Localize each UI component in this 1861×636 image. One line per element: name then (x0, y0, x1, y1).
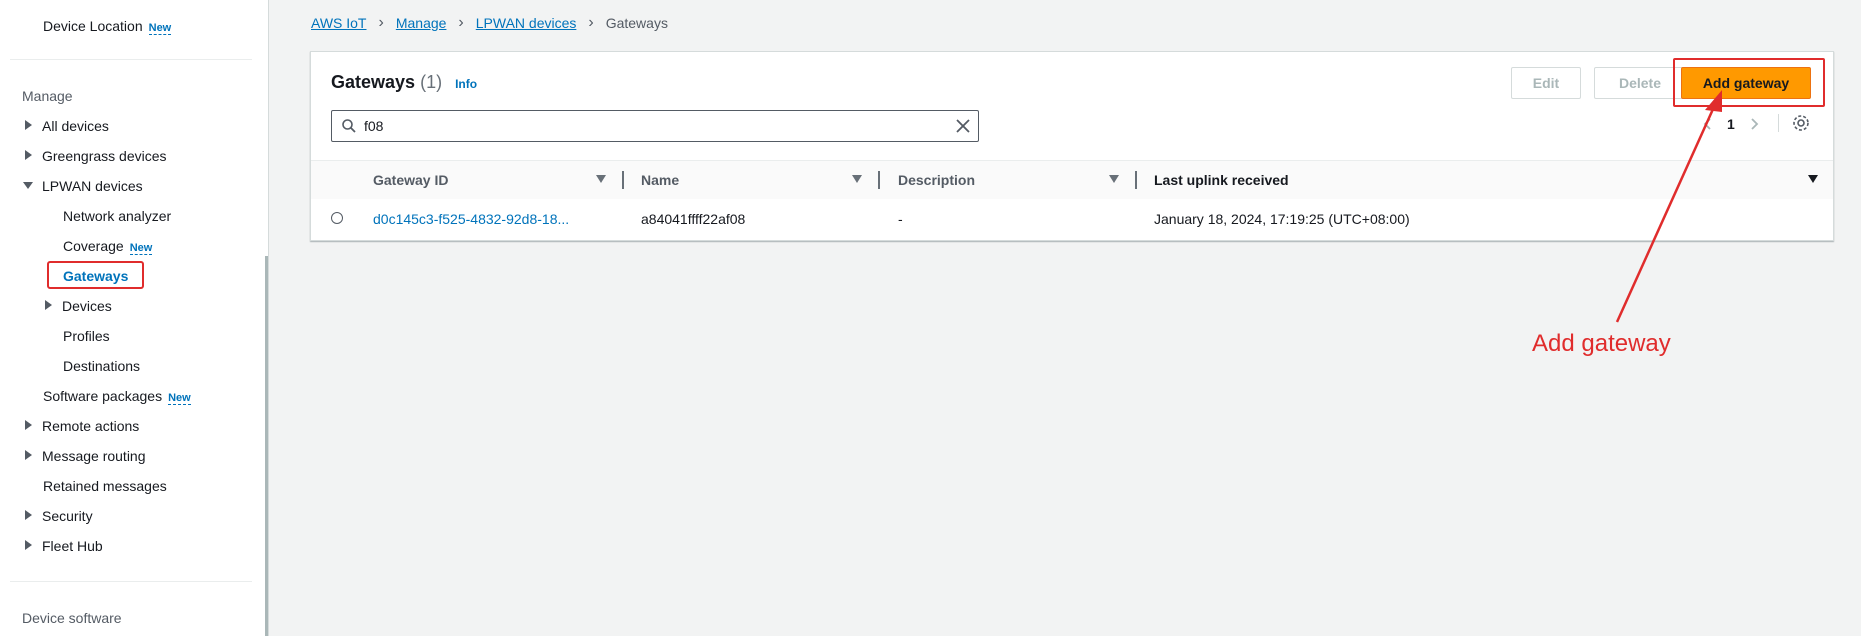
table-header: Gateway ID Name Description Last uplink … (311, 160, 1833, 200)
divider (1778, 114, 1779, 132)
sidebar-item-all-devices[interactable]: All devices (42, 118, 109, 134)
column-resizer[interactable] (1135, 171, 1137, 189)
column-header-description[interactable]: Description (898, 172, 975, 188)
info-link[interactable]: Info (455, 77, 477, 91)
panel-title: Gateways (1) Info (331, 72, 477, 93)
sidebar-item-security[interactable]: Security (42, 508, 93, 524)
table-row[interactable]: d0c145c3-f525-4832-92d8-18... a84041ffff… (311, 199, 1833, 239)
sidebar-item-software-packages[interactable]: Software packages New (43, 388, 191, 405)
sort-desc-icon[interactable] (1808, 175, 1818, 183)
section-heading-device-software: Device software (22, 610, 122, 626)
sidebar-item-destinations[interactable]: Destinations (63, 358, 140, 374)
sidebar-item-profiles[interactable]: Profiles (63, 328, 110, 344)
gateway-id-link[interactable]: d0c145c3-f525-4832-92d8-18... (373, 211, 569, 227)
sidebar: Device Location New Manage All devices Gr… (0, 0, 269, 636)
gateways-table-panel: Gateways (1) Info Edit Delete Add gatewa… (310, 51, 1834, 241)
sidebar-item-label: Device Location (43, 18, 143, 34)
sort-icon[interactable] (596, 175, 606, 183)
column-resizer[interactable] (878, 171, 880, 189)
item-count: (1) (420, 72, 443, 92)
page-title: Gateways (331, 72, 416, 92)
sidebar-item-remote-actions[interactable]: Remote actions (42, 418, 139, 434)
close-icon[interactable] (956, 119, 970, 133)
chevron-right-icon: › (378, 14, 384, 31)
column-header-gateway-id[interactable]: Gateway ID (373, 172, 448, 188)
divider (10, 581, 252, 582)
search-input[interactable]: f08 (331, 110, 979, 142)
caret-right-icon[interactable] (25, 150, 32, 160)
sidebar-item-message-routing[interactable]: Message routing (42, 448, 146, 464)
sidebar-item-fleet-hub[interactable]: Fleet Hub (42, 538, 103, 554)
column-header-last-uplink[interactable]: Last uplink received (1154, 172, 1289, 188)
sidebar-item-label: Software packages (43, 388, 163, 404)
caret-right-icon[interactable] (25, 450, 32, 460)
caret-right-icon[interactable] (25, 510, 32, 520)
chevron-right-icon[interactable] (1747, 117, 1761, 131)
edit-button[interactable]: Edit (1511, 67, 1581, 99)
sidebar-item-greengrass-devices[interactable]: Greengrass devices (42, 148, 167, 164)
sort-icon[interactable] (1109, 175, 1119, 183)
sidebar-item-retained-messages[interactable]: Retained messages (43, 478, 167, 494)
caret-right-icon[interactable] (25, 120, 32, 130)
sort-icon[interactable] (852, 175, 862, 183)
caret-right-icon[interactable] (25, 420, 32, 430)
chevron-left-icon[interactable] (1701, 117, 1715, 131)
divider (10, 59, 252, 60)
breadcrumb-link-lpwan-devices[interactable]: LPWAN devices (476, 15, 577, 31)
search-value: f08 (364, 118, 384, 134)
new-badge: New (168, 392, 191, 405)
sidebar-scrollbar[interactable] (265, 256, 268, 636)
caret-down-icon[interactable] (23, 182, 33, 189)
sidebar-item-network-analyzer[interactable]: Network analyzer (63, 208, 171, 224)
breadcrumb-current: Gateways (605, 15, 668, 31)
new-badge: New (129, 242, 153, 255)
chevron-right-icon: › (458, 14, 464, 31)
column-header-name[interactable]: Name (641, 172, 679, 188)
annotation-highlight-box (1673, 58, 1825, 107)
sidebar-item-lpwan-devices[interactable]: LPWAN devices (42, 178, 143, 194)
breadcrumb-link-aws-iot[interactable]: AWS IoT (311, 15, 367, 31)
highlight-box-gateways (47, 261, 144, 289)
sidebar-item-label: Coverage (63, 238, 124, 254)
row-select-radio[interactable] (331, 212, 343, 224)
page-number[interactable]: 1 (1727, 116, 1735, 132)
gateway-name: a84041ffff22af08 (641, 211, 746, 227)
pagination: 1 (1701, 116, 1761, 132)
column-resizer[interactable] (622, 171, 624, 189)
breadcrumb-link-manage[interactable]: Manage (396, 15, 447, 31)
new-badge: New (148, 22, 172, 35)
sidebar-item-coverage[interactable]: Coverage New (63, 238, 153, 255)
section-heading-manage: Manage (22, 88, 73, 104)
sidebar-item-device-location[interactable]: Device Location New (43, 18, 172, 35)
breadcrumb: AWS IoT › Manage › LPWAN devices › Gatew… (311, 14, 668, 32)
annotation-label: Add gateway (1532, 330, 1671, 357)
gear-icon[interactable] (1791, 113, 1811, 133)
caret-right-icon[interactable] (45, 300, 52, 310)
sidebar-item-devices[interactable]: Devices (62, 298, 112, 314)
search-icon (342, 119, 356, 133)
chevron-right-icon: › (588, 14, 594, 31)
gateway-description: - (898, 211, 903, 227)
last-uplink-value: January 18, 2024, 17:19:25 (UTC+08:00) (1154, 211, 1410, 227)
caret-right-icon[interactable] (25, 540, 32, 550)
